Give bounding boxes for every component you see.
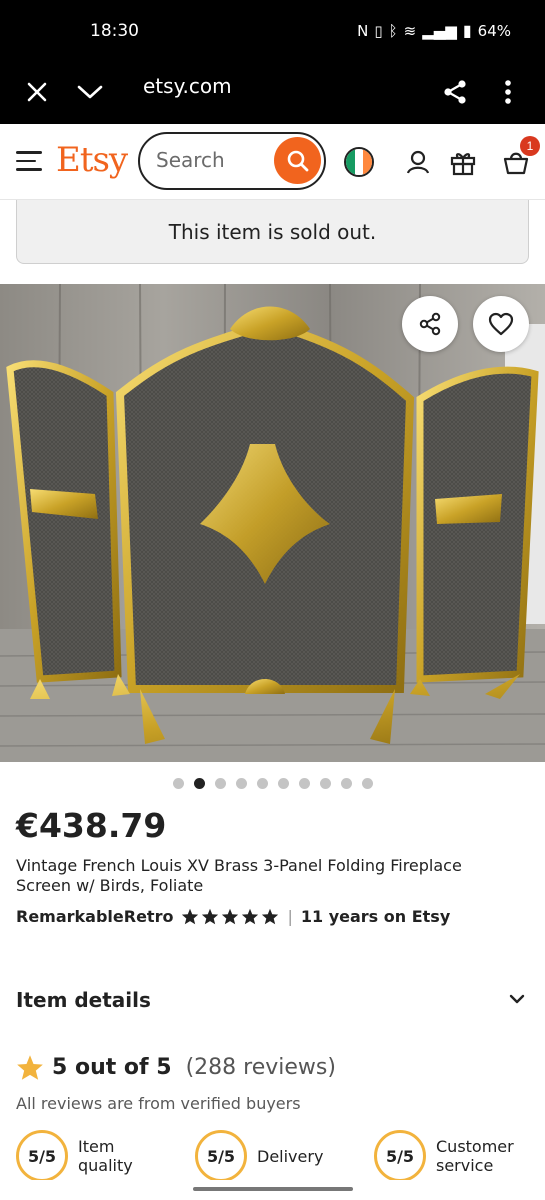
score-ring: 5/5 — [374, 1130, 426, 1182]
favorite-button[interactable] — [473, 296, 529, 352]
gift-button[interactable] — [445, 144, 481, 180]
score-label: Delivery — [257, 1146, 324, 1166]
gesture-bar — [0, 1180, 545, 1200]
more-vertical-icon — [505, 80, 511, 104]
carousel-dot[interactable] — [214, 778, 226, 789]
user-icon — [406, 150, 430, 174]
heart-icon — [488, 312, 514, 336]
region-button[interactable] — [341, 144, 377, 180]
site-header: Etsy 1 — [0, 124, 545, 200]
share-icon — [419, 312, 441, 336]
listing-price: €438.79 — [16, 806, 167, 845]
listing-title: Vintage French Louis XV Brass 3-Panel Fo… — [16, 856, 462, 895]
collapse-button[interactable] — [70, 72, 110, 112]
clock: 18:30 — [90, 21, 139, 41]
score-ring: 5/5 — [16, 1130, 68, 1182]
seller-row: RemarkableRetro | 11 years on Etsy — [16, 907, 450, 926]
share-page-button[interactable] — [435, 72, 475, 112]
star-icon — [202, 908, 219, 925]
score-ring: 5/5 — [195, 1130, 247, 1182]
ireland-flag-icon — [344, 147, 374, 177]
home-indicator[interactable] — [193, 1187, 353, 1191]
search-icon — [287, 150, 308, 171]
score-item-quality: 5/5 Item quality — [16, 1130, 148, 1182]
star-icon — [242, 908, 259, 925]
share-listing-button[interactable] — [402, 296, 458, 352]
close-icon — [27, 82, 47, 102]
status-icons: N ▯ ᛒ ≋ ▂▄▆ ▮ 64% — [357, 21, 511, 40]
cart-button[interactable]: 1 — [498, 136, 540, 180]
chevron-down-icon — [77, 85, 103, 99]
battery-level: 64% — [477, 21, 511, 40]
vibrate-icon: ▯ — [374, 21, 383, 40]
seller-rating-stars — [181, 908, 279, 925]
search-input[interactable] — [156, 146, 266, 174]
seller-tenure: 11 years on Etsy — [300, 907, 451, 926]
close-tab-button[interactable] — [17, 72, 57, 112]
etsy-logo[interactable]: Etsy — [56, 140, 128, 180]
sold-out-notice: This item is sold out. — [16, 200, 529, 264]
wifi-icon: ≋ — [403, 21, 417, 40]
carousel-dot[interactable] — [298, 778, 310, 789]
search-bar — [138, 132, 326, 190]
verified-note: All reviews are from verified buyers — [16, 1094, 301, 1113]
signal-icon: ▂▄▆ — [422, 21, 457, 40]
item-details-label: Item details — [16, 988, 151, 1012]
chevron-down-icon — [509, 994, 525, 1004]
carousel-dot[interactable] — [256, 778, 268, 789]
battery-icon: ▮ — [462, 21, 472, 40]
sold-out-text: This item is sold out. — [168, 219, 377, 244]
seller-name[interactable]: RemarkableRetro — [16, 907, 173, 926]
browser-toolbar: etsy.com — [0, 62, 545, 124]
score-label: Customer service — [436, 1137, 514, 1175]
review-breakdown: 5/5 Item quality 5/5 Delivery 5/5 Custom… — [16, 1130, 545, 1186]
item-details-toggle[interactable]: Item details — [16, 988, 529, 1018]
score-delivery: 5/5 Delivery — [195, 1130, 337, 1182]
listing-image[interactable] — [0, 284, 545, 762]
more-options-button[interactable] — [488, 72, 528, 112]
search-button[interactable] — [274, 137, 321, 184]
score-customer-service: 5/5 Customer service — [374, 1130, 526, 1182]
carousel-dot[interactable] — [361, 778, 373, 789]
star-icon — [262, 908, 279, 925]
menu-button[interactable] — [16, 151, 42, 173]
status-bar: 18:30 N ▯ ᛒ ≋ ▂▄▆ ▮ 64% — [0, 0, 545, 62]
carousel-dot[interactable] — [193, 778, 205, 789]
carousel-dot[interactable] — [319, 778, 331, 789]
carousel-indicator — [0, 778, 545, 789]
review-count[interactable]: (288 reviews) — [186, 1055, 336, 1080]
share-icon — [444, 80, 466, 104]
url-text[interactable]: etsy.com — [143, 74, 232, 98]
bluetooth-icon: ᛒ — [388, 21, 398, 40]
fireplace-screen-photo — [0, 284, 545, 762]
star-icon — [222, 908, 239, 925]
carousel-dot[interactable] — [340, 778, 352, 789]
carousel-dot[interactable] — [235, 778, 247, 789]
review-summary: 5 out of 5 (288 reviews) — [16, 1054, 336, 1081]
score-label: Item quality — [78, 1137, 133, 1175]
star-icon — [17, 1055, 43, 1080]
nfc-icon: N — [357, 21, 369, 40]
carousel-dot[interactable] — [172, 778, 184, 789]
gift-icon — [450, 153, 476, 176]
carousel-dot[interactable] — [277, 778, 289, 789]
divider: | — [287, 907, 293, 926]
rating-text: 5 out of 5 — [52, 1055, 172, 1080]
star-icon — [182, 908, 199, 925]
account-button[interactable] — [400, 144, 436, 180]
cart-count-badge: 1 — [520, 136, 540, 156]
